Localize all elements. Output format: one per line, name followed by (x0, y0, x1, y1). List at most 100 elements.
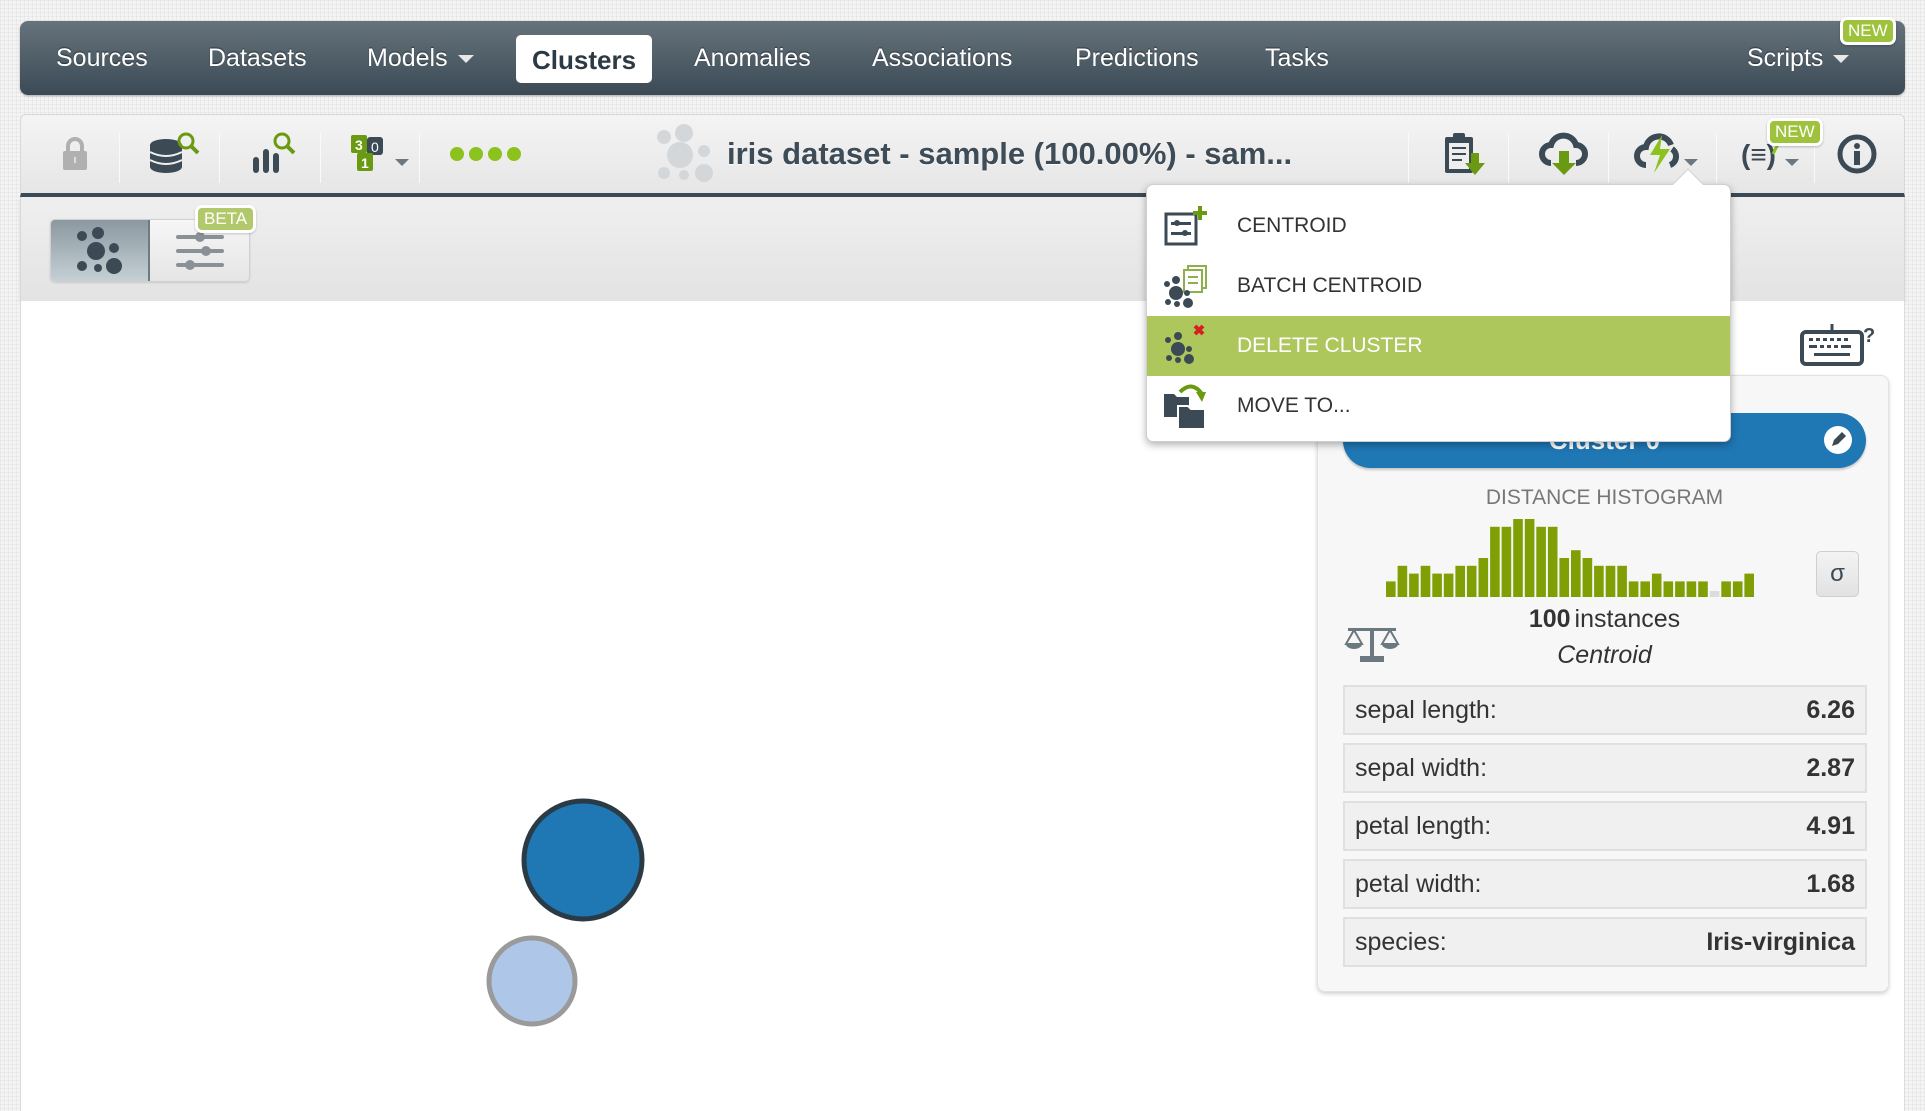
attribute-value: 2.87 (1806, 753, 1855, 782)
cluster-bubble-0[interactable] (521, 798, 645, 922)
download-report-button[interactable] (1421, 115, 1507, 193)
view-model-button[interactable] (231, 115, 317, 193)
attribute-row: species: Iris-virginica (1343, 917, 1867, 967)
histogram-bar (1571, 550, 1581, 597)
keyboard-help-icon: ? (1800, 324, 1875, 366)
compare-button[interactable] (1344, 624, 1400, 666)
instances-label: instances (1574, 605, 1681, 633)
beta-badge: BETA (195, 205, 257, 233)
nav-tasks[interactable]: Tasks (1265, 21, 1329, 95)
nav-sources[interactable]: Sources (56, 21, 148, 95)
histogram-bar (1513, 519, 1523, 597)
cluster-view-button[interactable] (51, 220, 151, 281)
menu-item-centroid[interactable]: CENTROID (1147, 196, 1730, 256)
progress-dots-icon (450, 147, 521, 161)
histogram-bar (1605, 565, 1616, 597)
cloud-download-icon (1539, 132, 1588, 175)
info-button[interactable] (1821, 115, 1893, 193)
svg-text:1: 1 (361, 155, 369, 171)
sample-menu-button[interactable]: 301 (333, 115, 425, 193)
nav-datasets[interactable]: Datasets (208, 21, 307, 95)
nav-label: Clusters (532, 45, 637, 75)
nav-label: Datasets (208, 44, 307, 72)
chevron-down-icon (395, 158, 409, 166)
svg-text:3: 3 (355, 137, 363, 153)
attribute-name: species: (1355, 927, 1447, 956)
histogram-bar (1559, 558, 1569, 597)
attribute-name: sepal length: (1355, 695, 1497, 724)
actions-dropdown-menu: CENTROID BATCH CENTROID DELETE CLUSTER M… (1146, 168, 1731, 442)
lock-icon (63, 137, 87, 170)
menu-item-label: DELETE CLUSTER (1237, 334, 1423, 357)
sigma-button[interactable]: σ (1816, 551, 1859, 597)
toolbar-separator (320, 133, 321, 183)
svg-text:?: ? (1863, 325, 1875, 347)
nav-label: Anomalies (694, 44, 811, 72)
nav-predictions[interactable]: Predictions (1075, 21, 1199, 95)
attribute-row: sepal length: 6.26 (1343, 685, 1867, 735)
chevron-down-icon (457, 55, 474, 64)
cloud-predict-icon (1634, 133, 1679, 173)
histogram-bar (1698, 581, 1708, 597)
attribute-value: 6.26 (1806, 695, 1855, 724)
attribute-name: petal width: (1355, 869, 1482, 898)
resource-title[interactable]: iris dataset - sample (100.00%) - sam... (727, 115, 1292, 193)
move-folder-icon (1164, 384, 1206, 430)
attribute-value: 4.91 (1806, 811, 1855, 840)
histogram-bar (1663, 581, 1674, 597)
menu-item-batch-centroid[interactable]: BATCH CENTROID (1147, 256, 1730, 316)
report-download-icon (1445, 133, 1485, 175)
cluster-type-icon-wrap (651, 115, 723, 193)
attribute-row: sepal width: 2.87 (1343, 743, 1867, 793)
nav-label: Tasks (1265, 44, 1329, 72)
attribute-value: Iris-virginica (1706, 927, 1855, 956)
histogram-bar (1628, 581, 1639, 597)
histogram-bar (1386, 581, 1396, 597)
model-search-icon (253, 132, 296, 173)
whizzml-new-badge: NEW (1767, 118, 1823, 146)
attribute-row: petal width: 1.68 (1343, 859, 1867, 909)
histogram-bar (1432, 573, 1442, 597)
histogram-bar (1490, 526, 1500, 597)
histogram-bar (1455, 565, 1465, 597)
nav-label: Predictions (1075, 44, 1199, 72)
nav-anomalies[interactable]: Anomalies (694, 21, 811, 95)
lock-button[interactable] (41, 115, 109, 193)
dataset-search-icon (149, 132, 200, 173)
histogram-bar (1732, 581, 1743, 597)
chevron-down-icon (1684, 158, 1698, 166)
nav-clusters[interactable]: Clusters (516, 35, 653, 83)
nav-models[interactable]: Models (367, 21, 474, 95)
cluster-bubble-1[interactable] (486, 935, 578, 1027)
nav-associations[interactable]: Associations (872, 21, 1012, 95)
histogram-bar (1582, 558, 1593, 597)
top-nav: Sources Datasets Models Clusters Anomali… (20, 21, 1905, 95)
progress-indicator (431, 115, 541, 193)
attribute-value: 1.68 (1806, 869, 1855, 898)
histogram-bar (1594, 565, 1604, 597)
keyboard-shortcuts-button[interactable]: ? (1800, 322, 1875, 368)
menu-item-delete-cluster[interactable]: DELETE CLUSTER (1147, 316, 1730, 376)
cluster-sample-icon: 3 01 (351, 135, 383, 171)
histogram-bar (1744, 573, 1754, 597)
instances-count: 100 instances (1343, 605, 1866, 634)
histogram-bar (1721, 581, 1731, 597)
nav-label: Associations (872, 44, 1013, 72)
toolbar-separator (219, 133, 220, 183)
histogram-bar (1409, 573, 1419, 597)
toolbar-separator (419, 133, 420, 183)
nav-scripts[interactable]: Scripts (1747, 21, 1850, 95)
download-cluster-button[interactable] (1521, 115, 1607, 193)
edit-cluster-name-button[interactable] (1824, 426, 1852, 454)
histogram-bar (1709, 591, 1720, 597)
info-icon (1837, 134, 1877, 174)
view-dataset-button[interactable] (131, 115, 217, 193)
histogram-bar (1675, 581, 1685, 597)
sliders-icon (175, 231, 224, 270)
histogram-bar (1686, 581, 1697, 597)
nav-label: Sources (56, 44, 148, 72)
attribute-row: petal length: 4.91 (1343, 801, 1867, 851)
toolbar-separator (1408, 133, 1409, 183)
menu-item-move-to[interactable]: MOVE TO... (1147, 376, 1730, 436)
histogram-bar (1478, 558, 1489, 597)
